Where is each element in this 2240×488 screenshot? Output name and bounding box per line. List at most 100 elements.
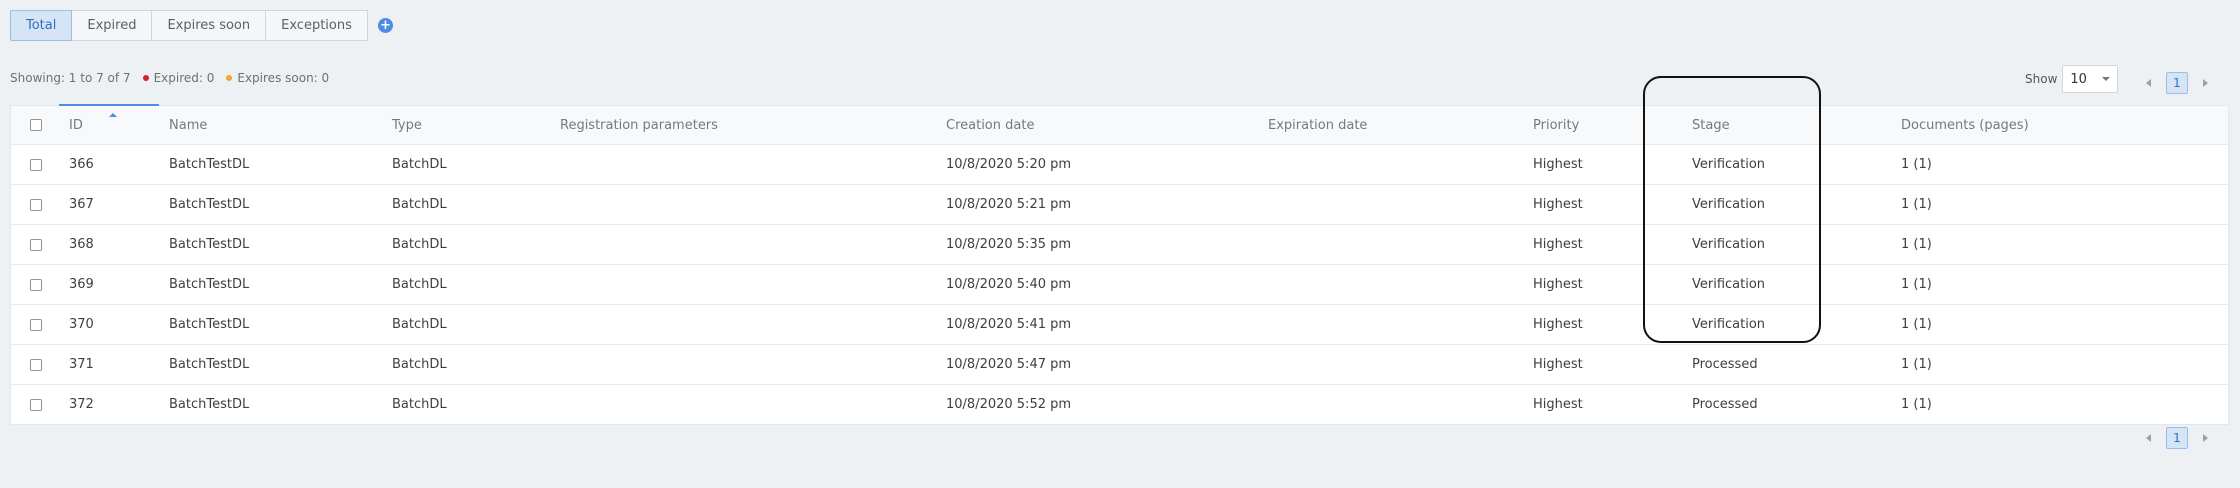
add-tab-icon[interactable]: +	[377, 18, 393, 33]
header-name[interactable]: Name	[169, 106, 207, 144]
next-page-icon[interactable]	[2203, 434, 2208, 442]
select-all-checkbox[interactable]	[30, 119, 42, 131]
cell-name: BatchTestDL	[169, 197, 250, 212]
cell-priority: Highest	[1533, 237, 1583, 252]
cell-type: BatchDL	[392, 277, 447, 292]
cell-stage: Verification	[1692, 197, 1766, 212]
table-row[interactable]: 372 BatchTestDL BatchDL 10/8/2020 5:52 p…	[11, 385, 2228, 424]
cell-documents: 1 (1)	[1901, 157, 1932, 172]
table-row[interactable]: 370 BatchTestDL BatchDL 10/8/2020 5:41 p…	[11, 305, 2228, 345]
cell-stage: Processed	[1692, 397, 1758, 412]
batch-filter-tabs: Total Expired Expires soon Exceptions +	[10, 10, 393, 41]
cell-name: BatchTestDL	[169, 157, 250, 172]
cell-id: 368	[69, 237, 94, 252]
next-page-icon[interactable]	[2203, 79, 2208, 87]
cell-documents: 1 (1)	[1901, 277, 1932, 292]
row-checkbox[interactable]	[30, 278, 42, 291]
cell-name: BatchTestDL	[169, 237, 250, 252]
cell-creation-date: 10/8/2020 5:20 pm	[946, 157, 1072, 172]
cell-priority: Highest	[1533, 357, 1583, 372]
table-row[interactable]: 367 BatchTestDL BatchDL 10/8/2020 5:21 p…	[11, 185, 2228, 225]
expires-soon-dot-icon	[226, 75, 233, 81]
table-row[interactable]: 368 BatchTestDL BatchDL 10/8/2020 5:35 p…	[11, 225, 2228, 265]
cell-creation-date: 10/8/2020 5:52 pm	[946, 397, 1072, 412]
header-expiration-date[interactable]: Expiration date	[1268, 106, 1367, 144]
header-priority[interactable]: Priority	[1533, 106, 1579, 144]
cell-creation-date: 10/8/2020 5:35 pm	[946, 237, 1072, 252]
cell-id: 366	[69, 157, 94, 172]
cell-id: 371	[69, 357, 94, 372]
showing-count: Showing: 1 to 7 of 7	[10, 71, 131, 85]
expires-soon-count: Expires soon: 0	[237, 71, 330, 85]
cell-priority: Highest	[1533, 197, 1583, 212]
page-size-value: 10	[2070, 71, 2087, 87]
table-row[interactable]: 371 BatchTestDL BatchDL 10/8/2020 5:47 p…	[11, 345, 2228, 385]
cell-stage: Verification	[1692, 237, 1766, 252]
table-row[interactable]: 369 BatchTestDL BatchDL 10/8/2020 5:40 p…	[11, 265, 2228, 305]
cell-id: 372	[69, 397, 94, 412]
pager-top: 1	[2146, 72, 2208, 94]
cell-type: BatchDL	[392, 357, 447, 372]
table-row[interactable]: 366 BatchTestDL BatchDL 10/8/2020 5:20 p…	[11, 145, 2228, 185]
cell-name: BatchTestDL	[169, 317, 250, 332]
cell-documents: 1 (1)	[1901, 197, 1932, 212]
sort-ascending-icon	[109, 113, 117, 117]
header-type[interactable]: Type	[392, 106, 422, 144]
cell-documents: 1 (1)	[1901, 317, 1932, 332]
cell-type: BatchDL	[392, 317, 447, 332]
cell-priority: Highest	[1533, 157, 1583, 172]
cell-documents: 1 (1)	[1901, 357, 1932, 372]
cell-type: BatchDL	[392, 237, 447, 252]
header-stage[interactable]: Stage	[1692, 106, 1730, 144]
header-id[interactable]: ID	[69, 106, 83, 144]
cell-type: BatchDL	[392, 197, 447, 212]
row-checkbox[interactable]	[30, 198, 42, 211]
tab-expired[interactable]: Expired	[72, 10, 153, 41]
tab-exceptions[interactable]: Exceptions	[266, 10, 368, 41]
cell-id: 370	[69, 317, 94, 332]
cell-id: 369	[69, 277, 94, 292]
header-creation-date[interactable]: Creation date	[946, 106, 1034, 144]
expired-dot-icon	[142, 75, 149, 81]
row-checkbox[interactable]	[30, 238, 42, 251]
page-size-control: Show 10	[2025, 65, 2119, 93]
cell-stage: Processed	[1692, 357, 1758, 372]
page-number-button[interactable]: 1	[2166, 427, 2188, 449]
row-checkbox[interactable]	[30, 358, 42, 371]
cell-priority: Highest	[1533, 397, 1583, 412]
cell-stage: Verification	[1692, 317, 1766, 332]
header-registration-parameters[interactable]: Registration parameters	[560, 106, 718, 144]
row-checkbox[interactable]	[30, 318, 42, 331]
cell-priority: Highest	[1533, 277, 1583, 292]
cell-id: 367	[69, 197, 94, 212]
row-checkbox[interactable]	[30, 158, 42, 171]
tab-total[interactable]: Total	[10, 10, 73, 41]
page-size-select[interactable]: 10	[2062, 65, 2119, 93]
prev-page-icon[interactable]	[2146, 79, 2151, 87]
cell-name: BatchTestDL	[169, 277, 250, 292]
prev-page-icon[interactable]	[2146, 434, 2151, 442]
batches-table: ID Name Type Registration parameters Cre…	[10, 104, 2229, 425]
cell-creation-date: 10/8/2020 5:40 pm	[946, 277, 1072, 292]
chevron-down-icon	[2102, 77, 2111, 81]
cell-type: BatchDL	[392, 397, 447, 412]
cell-priority: Highest	[1533, 317, 1583, 332]
pager-bottom: 1	[2146, 427, 2208, 449]
expired-count: Expired: 0	[153, 71, 215, 85]
cell-documents: 1 (1)	[1901, 237, 1932, 252]
cell-documents: 1 (1)	[1901, 397, 1932, 412]
cell-creation-date: 10/8/2020 5:47 pm	[946, 357, 1072, 372]
row-checkbox[interactable]	[30, 398, 42, 411]
page-number-button[interactable]: 1	[2166, 72, 2188, 94]
cell-type: BatchDL	[392, 157, 447, 172]
cell-creation-date: 10/8/2020 5:41 pm	[946, 317, 1072, 332]
header-documents[interactable]: Documents (pages)	[1901, 106, 2029, 144]
show-label: Show	[2025, 72, 2058, 86]
cell-stage: Verification	[1692, 277, 1766, 292]
table-header-row: ID Name Type Registration parameters Cre…	[11, 104, 2228, 145]
tab-expires-soon[interactable]: Expires soon	[152, 10, 267, 41]
cell-name: BatchTestDL	[169, 397, 250, 412]
cell-stage: Verification	[1692, 157, 1766, 172]
cell-name: BatchTestDL	[169, 357, 250, 372]
cell-creation-date: 10/8/2020 5:21 pm	[946, 197, 1072, 212]
